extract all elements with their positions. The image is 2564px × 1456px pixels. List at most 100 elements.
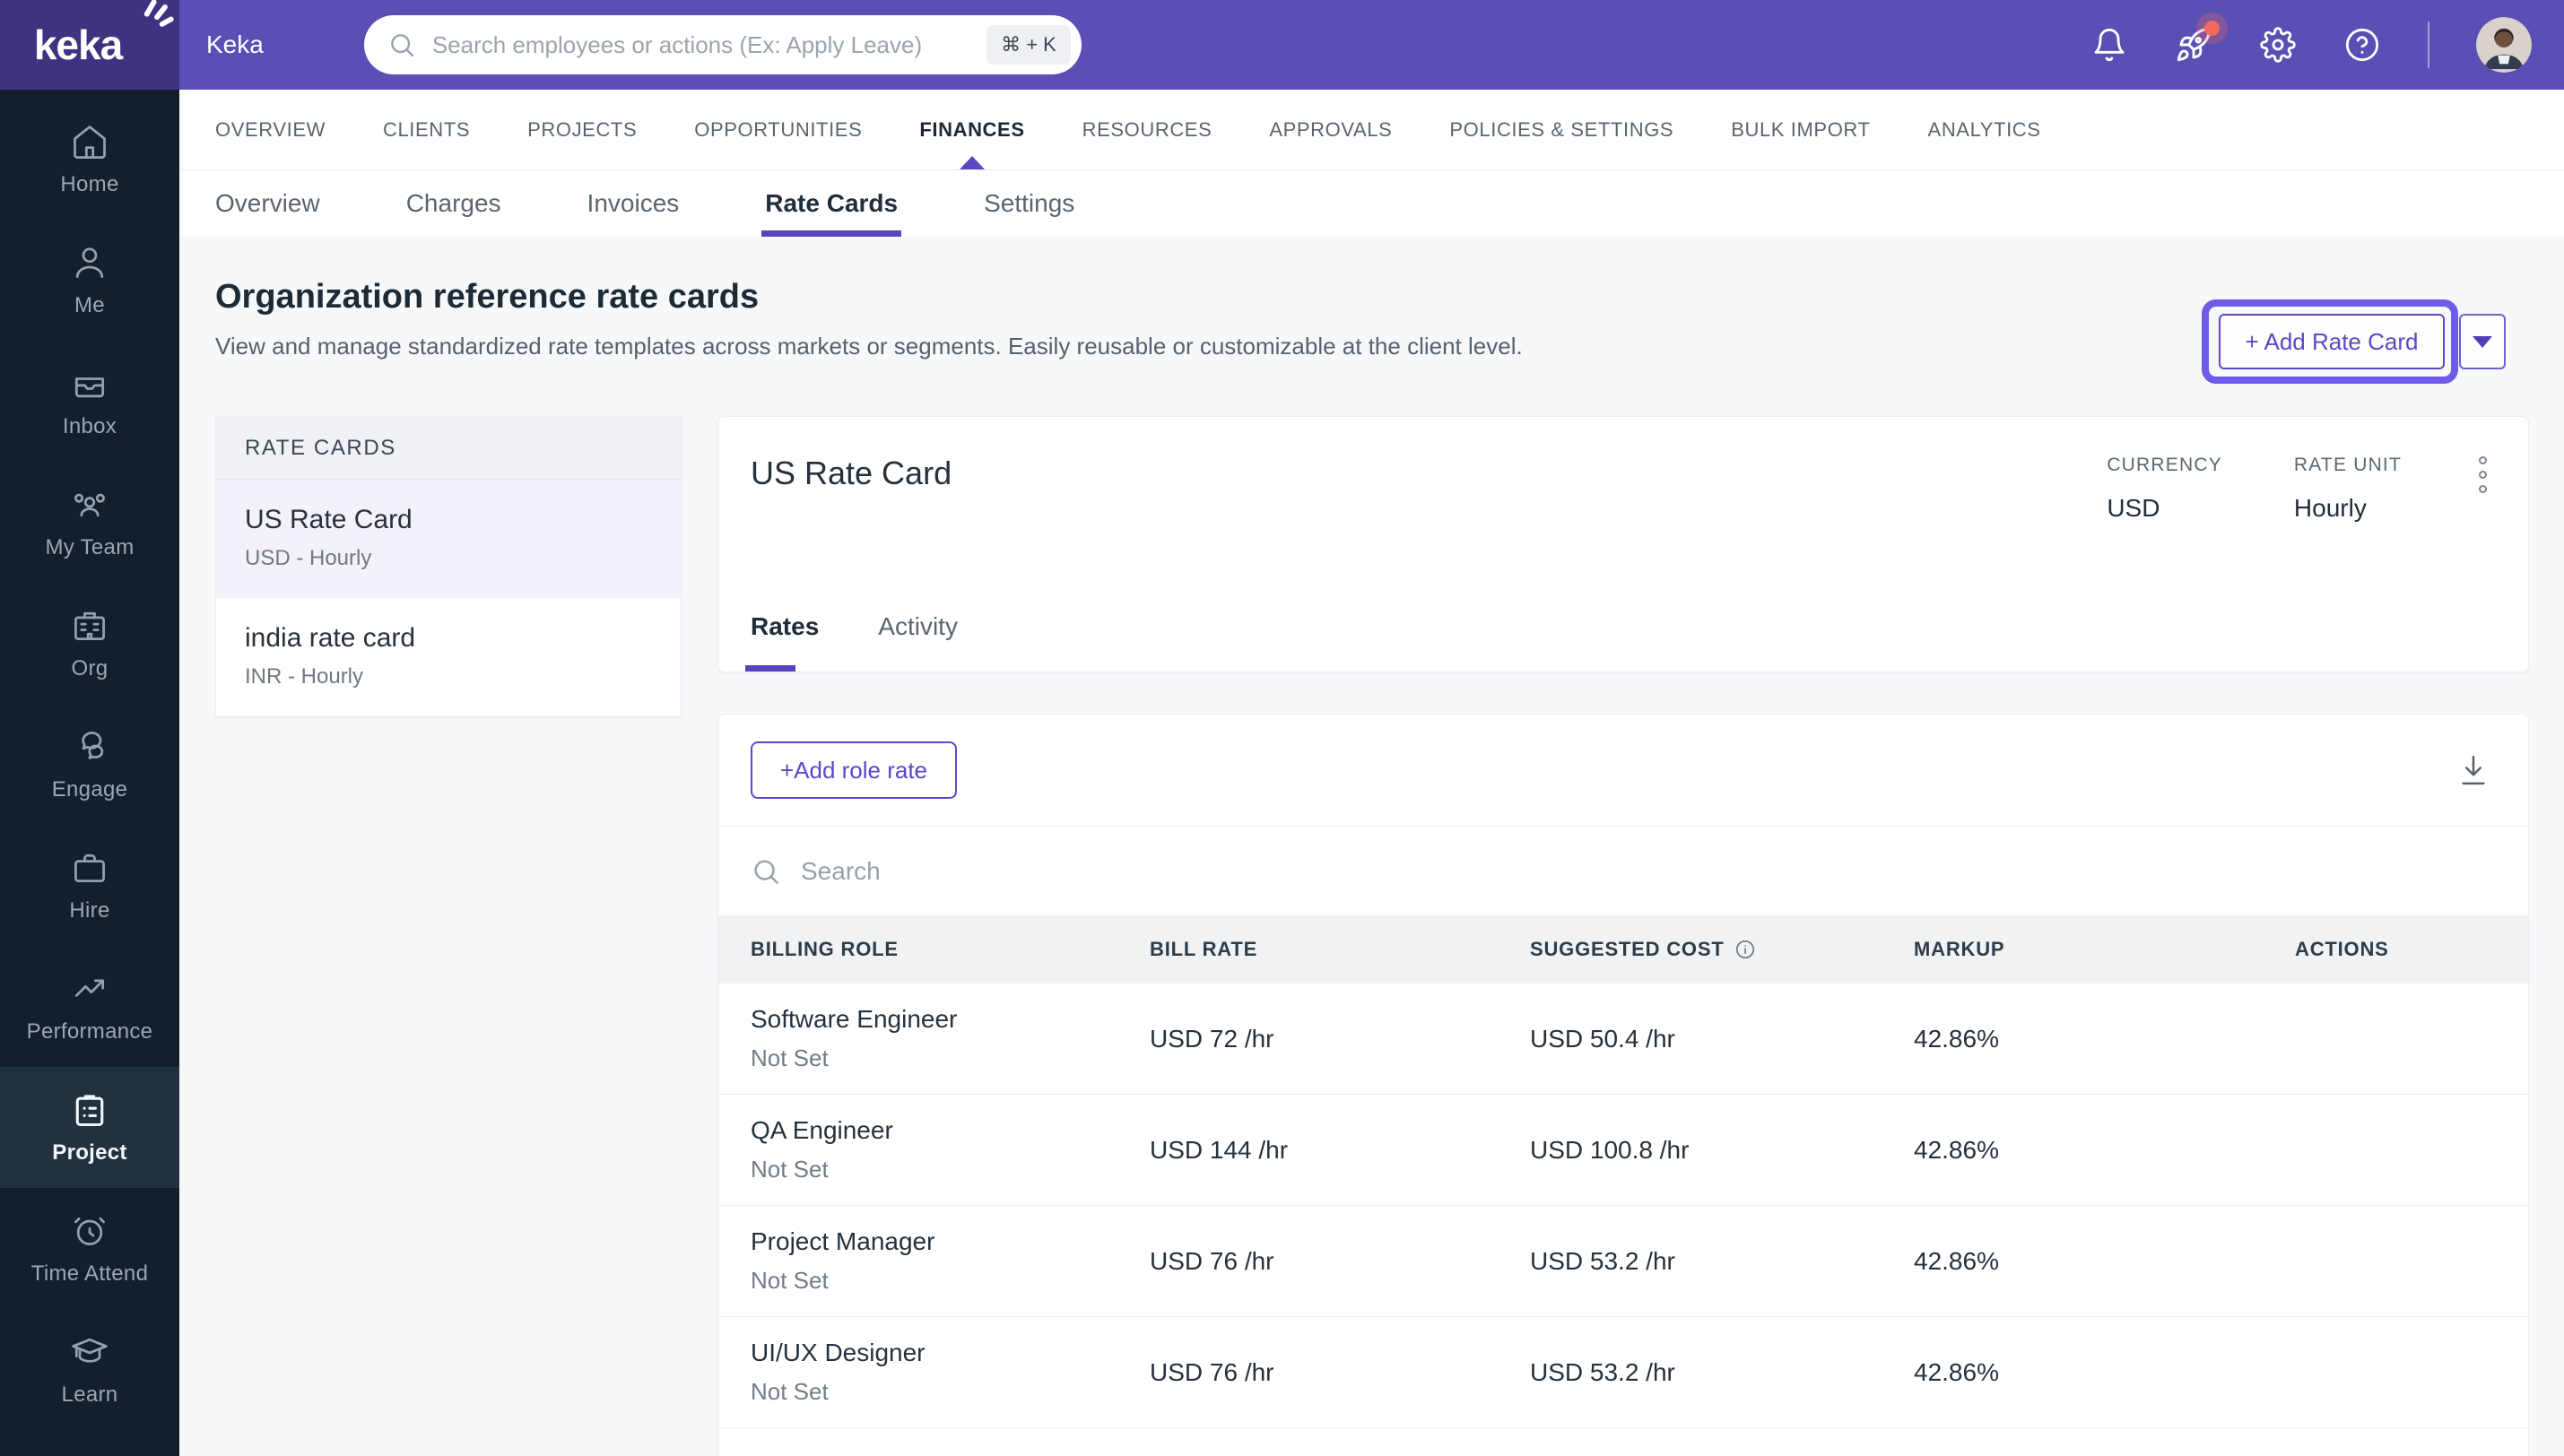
- rate-card-detail: US Rate Card CURRENCY USD RATE UNIT Hour…: [717, 416, 2529, 1456]
- sidebar-item-label: Inbox: [62, 413, 117, 438]
- learn-icon: [72, 1338, 108, 1363]
- table-row[interactable]: Project Manager Not Set USD 76 /hr USD 53…: [718, 1206, 2528, 1317]
- subtab-charges[interactable]: Charges: [406, 170, 501, 237]
- table-search[interactable]: [718, 826, 2528, 915]
- subtab-overview[interactable]: Overview: [215, 170, 320, 237]
- billing-role: UI/UX Designer: [751, 1339, 926, 1366]
- subtab-settings[interactable]: Settings: [984, 170, 1074, 237]
- suggested-cost: USD 53.2 /hr: [1530, 1357, 1675, 1386]
- sidebar-item-inbox[interactable]: Inbox: [0, 341, 179, 462]
- table-header-row: BILLING ROLE BILL RATE SUGGESTED COST MA…: [718, 915, 2528, 984]
- tab-approvals[interactable]: APPROVALS: [1269, 90, 1392, 169]
- sidebar-item-time-attend[interactable]: Time Attend: [0, 1188, 179, 1309]
- table-row[interactable]: Software Engineer Not Set USD 72 /hr USD …: [718, 984, 2528, 1095]
- table-search-input[interactable]: [801, 856, 2496, 886]
- sidebar-item-label: Project: [52, 1140, 127, 1165]
- rate-unit-value: Hourly: [2293, 494, 2367, 522]
- sidebar-item-engage[interactable]: Engage: [0, 704, 179, 825]
- markup: 42.86%: [1914, 1024, 1999, 1053]
- download-icon[interactable]: [2455, 751, 2492, 789]
- tab-overview[interactable]: OVERVIEW: [215, 90, 326, 169]
- tab-analytics[interactable]: ANALYTICS: [1928, 90, 2041, 169]
- rate-cards-panel-header: RATE CARDS: [216, 417, 681, 480]
- tab-projects[interactable]: PROJECTS: [527, 90, 637, 169]
- add-rate-card-dropdown-button[interactable]: [2459, 314, 2506, 369]
- rate-card-title: US Rate Card: [751, 455, 952, 491]
- subtab-rate-cards[interactable]: Rate Cards: [761, 170, 901, 237]
- rate-card-name: india rate card: [245, 623, 416, 653]
- page-content: Organization reference rate cards View a…: [179, 237, 2564, 1456]
- markup: 42.86%: [1914, 1246, 1999, 1275]
- suggested-cost: USD 53.2 /hr: [1530, 1246, 1675, 1275]
- tab-bulk-import[interactable]: BULK IMPORT: [1731, 90, 1870, 169]
- top-actions: [2090, 0, 2532, 90]
- tab-resources[interactable]: RESOURCES: [1082, 90, 1212, 169]
- notifications-button[interactable]: [2090, 26, 2128, 64]
- add-rate-card-button[interactable]: + Add Rate Card: [2219, 314, 2445, 369]
- global-search[interactable]: ⌘ + K: [363, 15, 1082, 74]
- column-suggested-cost: SUGGESTED COST: [1530, 938, 1914, 961]
- add-rate-card-group: + Add Rate Card: [2202, 299, 2506, 384]
- billing-role: Software Engineer: [751, 1005, 958, 1033]
- column-actions: ACTIONS: [2295, 938, 2389, 960]
- help-button[interactable]: [2343, 26, 2381, 64]
- keka-logo[interactable]: keka: [0, 0, 179, 90]
- bill-rate: USD 144 /hr: [1150, 1135, 1289, 1164]
- rate-card-meta: USD - Hourly: [245, 546, 372, 570]
- sidebar-item-org[interactable]: Org: [0, 583, 179, 704]
- tab-clients[interactable]: CLIENTS: [383, 90, 470, 169]
- tab-rates[interactable]: Rates: [744, 612, 819, 672]
- suggested-cost: USD 50.4 /hr: [1530, 1024, 1675, 1053]
- shortcut-badge: ⌘ + K: [986, 25, 1071, 65]
- sidebar-item-label: Me: [74, 292, 105, 317]
- sidebar-item-home[interactable]: Home: [0, 99, 179, 220]
- subtab-invoices[interactable]: Invoices: [587, 170, 680, 237]
- logo-burst-icon: [143, 0, 174, 27]
- table-row[interactable]: UI/UX Designer Not Set USD 76 /hr USD 53.…: [718, 1317, 2528, 1428]
- avatar[interactable]: [2476, 17, 2532, 73]
- whats-new-button[interactable]: [2175, 21, 2220, 64]
- global-search-input[interactable]: [431, 30, 987, 59]
- notification-dot: [2204, 21, 2220, 36]
- detail-tabs: Rates Activity: [744, 612, 2496, 672]
- info-icon[interactable]: [1734, 938, 1757, 961]
- tab-activity[interactable]: Activity: [878, 612, 958, 672]
- currency-value: USD: [2107, 494, 2160, 522]
- sidebar-item-learn[interactable]: Learn: [0, 1309, 179, 1430]
- team-icon: [74, 493, 105, 516]
- add-role-rate-button[interactable]: +Add role rate: [751, 741, 957, 799]
- markup: 42.86%: [1914, 1357, 1999, 1386]
- sidebar-item-project[interactable]: Project: [0, 1067, 179, 1188]
- rate-card-meta: INR - Hourly: [245, 664, 364, 689]
- sidebar-item-me[interactable]: Me: [0, 220, 179, 341]
- tab-opportunities[interactable]: OPPORTUNITIES: [694, 90, 862, 169]
- table-row[interactable]: QA Engineer Not Set USD 144 /hr USD 100.8…: [718, 1095, 2528, 1206]
- avatar-image: [2476, 17, 2532, 73]
- tab-policies-settings[interactable]: POLICIES & SETTINGS: [1449, 90, 1673, 169]
- rate-card-list-item[interactable]: india rate card INR - Hourly: [216, 598, 681, 716]
- rate-unit-label: RATE UNIT: [2293, 455, 2402, 475]
- home-icon: [74, 125, 106, 159]
- rate-cards-panel: RATE CARDS US Rate Card USD - Hourly ind…: [215, 416, 682, 717]
- rate-card-list-item[interactable]: US Rate Card USD - Hourly: [216, 480, 681, 598]
- search-icon: [754, 859, 778, 884]
- page-title: Organization reference rate cards: [215, 278, 760, 316]
- sidebar-item-label: Home: [60, 171, 119, 196]
- sidebar-item-label: My Team: [45, 534, 135, 559]
- cost-status: Not Set: [751, 1156, 829, 1183]
- kebab-menu-icon[interactable]: [2473, 453, 2492, 497]
- sidebar-item-my-team[interactable]: My Team: [0, 462, 179, 583]
- bell-icon: [2094, 28, 2125, 62]
- sidebar-item-performance[interactable]: Performance: [0, 946, 179, 1067]
- cost-status: Not Set: [751, 1378, 829, 1405]
- column-billing-role: BILLING ROLE: [751, 938, 899, 960]
- sidebar-item-hire[interactable]: Hire: [0, 825, 179, 946]
- settings-button[interactable]: [2259, 26, 2297, 64]
- topbar-divider: [2428, 22, 2429, 68]
- chevron-down-icon: [2473, 335, 2492, 348]
- tab-finances[interactable]: FINANCES: [919, 90, 1024, 169]
- search-icon: [390, 34, 414, 57]
- bill-rate: USD 76 /hr: [1150, 1246, 1274, 1275]
- inbox-icon: [74, 377, 105, 397]
- table-row-partial: [718, 1428, 2528, 1456]
